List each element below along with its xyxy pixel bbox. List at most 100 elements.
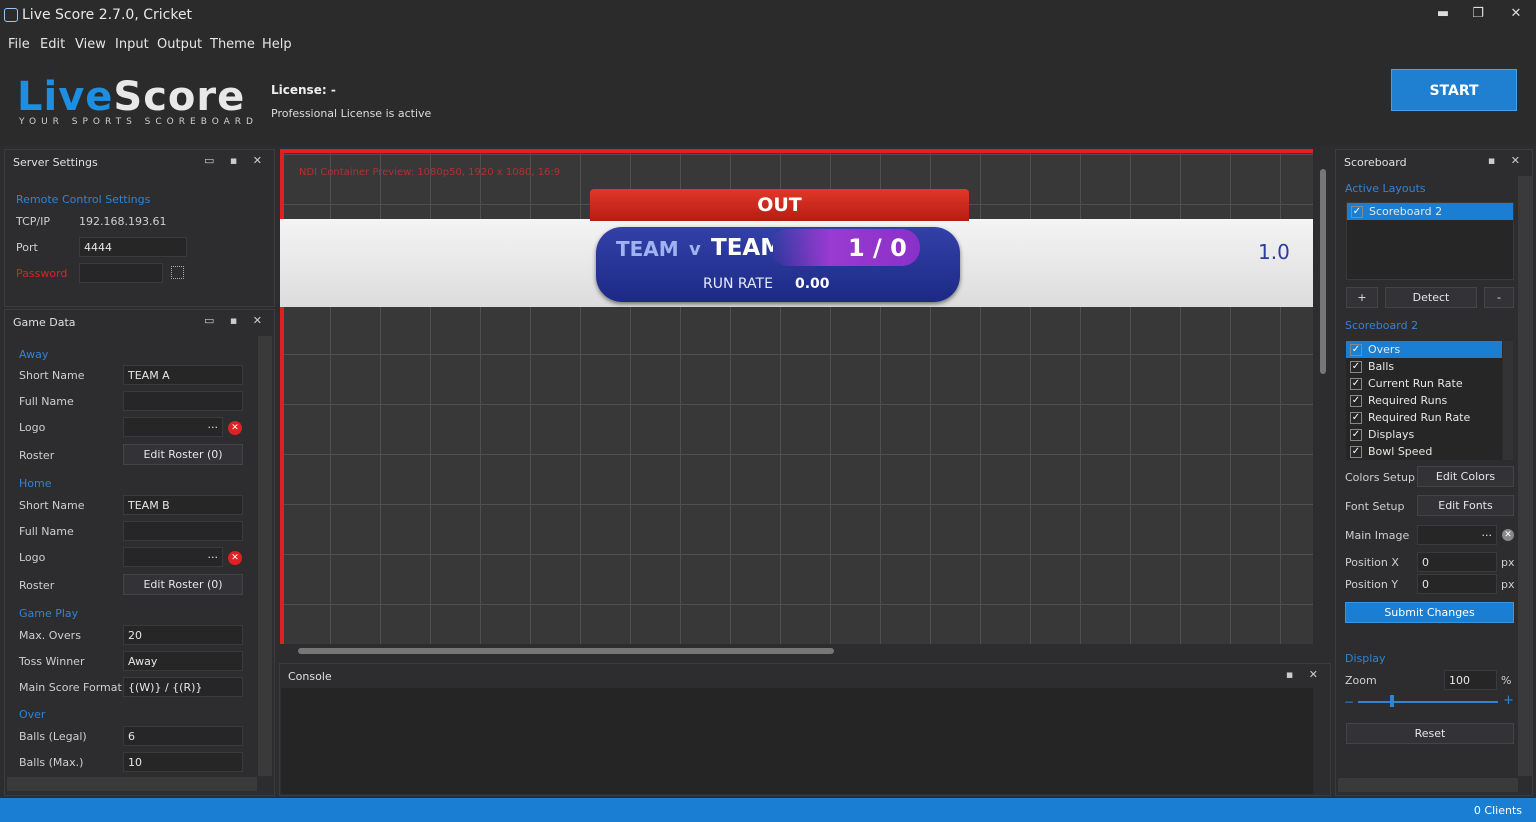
away-full-name-field[interactable] bbox=[123, 391, 243, 411]
remote-control-section: Remote Control Settings bbox=[16, 193, 151, 206]
away-short-name-field[interactable]: TEAM A bbox=[123, 365, 243, 385]
close-button[interactable]: ✕ bbox=[1504, 6, 1528, 24]
layouts-list[interactable]: ✓ Scoreboard 2 bbox=[1346, 202, 1514, 280]
home-logo-remove-icon[interactable]: ✕ bbox=[228, 551, 242, 565]
toss-winner-select[interactable]: Away bbox=[123, 651, 243, 671]
panel-vertical-scrollbar[interactable] bbox=[1518, 176, 1532, 776]
livescore-logo: LiveScore bbox=[17, 74, 246, 120]
display-item[interactable]: ✓ Displays bbox=[1346, 426, 1502, 443]
home-short-name-field[interactable]: TEAM B bbox=[123, 495, 243, 515]
menu-theme[interactable]: Theme bbox=[210, 37, 255, 52]
display-items-list[interactable]: ✓ Overs ✓ Balls ✓ Current Run Rate ✓ Required R… bbox=[1346, 341, 1502, 460]
canvas-vertical-scrollbar[interactable] bbox=[1316, 149, 1330, 644]
add-layout-button[interactable]: + bbox=[1346, 287, 1378, 308]
scoreboard-preview-canvas[interactable]: NDI Container Preview: 1080p50, 1920 x 1… bbox=[280, 149, 1313, 644]
display-item[interactable]: ✓ Balls bbox=[1346, 358, 1502, 375]
checkbox-icon[interactable]: ✓ bbox=[1350, 361, 1362, 373]
edit-colors-button[interactable]: Edit Colors bbox=[1417, 466, 1514, 487]
remove-layout-button[interactable]: - bbox=[1484, 287, 1514, 308]
max-overs-field[interactable]: 20 bbox=[123, 625, 243, 645]
checkbox-icon[interactable]: ✓ bbox=[1351, 206, 1363, 218]
canvas-hscroll-thumb[interactable] bbox=[298, 648, 834, 654]
horizontal-scrollbar[interactable] bbox=[7, 777, 257, 791]
display-item[interactable]: ✓ Required Runs bbox=[1346, 392, 1502, 409]
canvas-horizontal-scrollbar[interactable] bbox=[280, 644, 1316, 658]
main-image-remove-icon[interactable]: ✕ bbox=[1502, 529, 1514, 541]
away-logo-browse[interactable]: ··· bbox=[123, 417, 223, 437]
position-x-field[interactable]: 0 bbox=[1417, 552, 1497, 572]
away-edit-roster-button[interactable]: Edit Roster (0) bbox=[123, 444, 243, 465]
run-rate-label: RUN RATE bbox=[703, 276, 773, 292]
reset-button[interactable]: Reset bbox=[1346, 723, 1514, 744]
checkbox-icon[interactable]: ✓ bbox=[1350, 395, 1362, 407]
zoom-field[interactable]: 100 bbox=[1444, 670, 1497, 690]
menu-help[interactable]: Help bbox=[262, 37, 292, 52]
submit-changes-button[interactable]: Submit Changes bbox=[1345, 602, 1514, 623]
title-bar: Live Score 2.7.0, Cricket ▬ ❐ ✕ bbox=[0, 0, 1536, 30]
vertical-scrollbar[interactable] bbox=[258, 336, 272, 776]
score-value: 1 / 0 bbox=[848, 234, 907, 262]
password-field[interactable] bbox=[79, 263, 163, 283]
font-setup-label: Font Setup bbox=[1345, 500, 1405, 513]
edit-fonts-button[interactable]: Edit Fonts bbox=[1417, 495, 1514, 516]
main-score-format-label: Main Score Format bbox=[19, 681, 122, 694]
main-score-format-field[interactable]: {(W)} / {(R)} bbox=[123, 677, 243, 697]
home-full-name-field[interactable] bbox=[123, 521, 243, 541]
panel-controls-icon[interactable]: ▪ ✕ bbox=[1488, 154, 1526, 167]
menu-view[interactable]: View bbox=[75, 37, 106, 52]
away-full-name-label: Full Name bbox=[19, 395, 74, 408]
main-image-browse[interactable]: ··· bbox=[1417, 525, 1497, 545]
start-button[interactable]: START bbox=[1391, 69, 1517, 111]
out-banner: OUT bbox=[590, 189, 969, 221]
display-item-label: Displays bbox=[1368, 428, 1415, 441]
layout-item[interactable]: ✓ Scoreboard 2 bbox=[1347, 203, 1513, 220]
menu-edit[interactable]: Edit bbox=[40, 37, 65, 52]
display-item[interactable]: ✓ Overs bbox=[1346, 341, 1502, 358]
checkbox-icon[interactable]: ✓ bbox=[1350, 412, 1362, 424]
zoom-out-icon[interactable]: − bbox=[1344, 695, 1354, 709]
items-scrollbar[interactable] bbox=[1503, 341, 1513, 460]
home-edit-roster-button[interactable]: Edit Roster (0) bbox=[123, 574, 243, 595]
home-full-name-label: Full Name bbox=[19, 525, 74, 538]
panel-horizontal-scrollbar[interactable] bbox=[1338, 778, 1518, 792]
balls-legal-label: Balls (Legal) bbox=[19, 730, 87, 743]
panel-controls-icon[interactable]: ▪ ✕ bbox=[1286, 668, 1324, 681]
header: LiveScore YOUR SPORTS SCOREBOARD License… bbox=[0, 58, 1536, 146]
zoom-slider[interactable] bbox=[1358, 701, 1498, 703]
display-item[interactable]: ✓ Bowl Speed bbox=[1346, 443, 1502, 460]
console-title: Console bbox=[288, 670, 332, 683]
away-logo-remove-icon[interactable]: ✕ bbox=[228, 421, 242, 435]
detect-button[interactable]: Detect bbox=[1385, 287, 1477, 308]
port-field[interactable]: 4444 bbox=[79, 237, 187, 257]
panel-header: Server Settings ▭ ▪ ✕ bbox=[5, 150, 274, 174]
home-short-name-label: Short Name bbox=[19, 499, 85, 512]
balls-max-field[interactable]: 10 bbox=[123, 752, 243, 772]
canvas-vscroll-thumb[interactable] bbox=[1320, 169, 1326, 374]
minimize-button[interactable]: ▬ bbox=[1431, 6, 1455, 24]
qr-code-icon[interactable] bbox=[171, 266, 184, 279]
away-section: Away bbox=[19, 348, 49, 361]
panel-controls-icon[interactable]: ▭ ▪ ✕ bbox=[204, 314, 268, 327]
maximize-button[interactable]: ❐ bbox=[1466, 6, 1490, 24]
checkbox-icon[interactable]: ✓ bbox=[1350, 344, 1362, 356]
home-logo-browse[interactable]: ··· bbox=[123, 547, 223, 567]
checkbox-icon[interactable]: ✓ bbox=[1350, 429, 1362, 441]
game-data-panel: Game Data ▭ ▪ ✕ Away Short Name TEAM A Fu… bbox=[4, 309, 275, 796]
panel-controls-icon[interactable]: ▭ ▪ ✕ bbox=[204, 154, 268, 167]
zoom-slider-thumb[interactable] bbox=[1390, 695, 1394, 707]
checkbox-icon[interactable]: ✓ bbox=[1350, 446, 1362, 458]
balls-legal-field[interactable]: 6 bbox=[123, 726, 243, 746]
position-y-field[interactable]: 0 bbox=[1417, 574, 1497, 594]
menu-input[interactable]: Input bbox=[115, 37, 149, 52]
colors-setup-label: Colors Setup bbox=[1345, 471, 1415, 484]
window-title: Live Score 2.7.0, Cricket bbox=[22, 7, 193, 23]
menu-output[interactable]: Output bbox=[157, 37, 202, 52]
display-item[interactable]: ✓ Current Run Rate bbox=[1346, 375, 1502, 392]
display-item-label: Overs bbox=[1368, 343, 1401, 356]
menu-file[interactable]: File bbox=[8, 37, 30, 52]
zoom-in-icon[interactable]: + bbox=[1503, 693, 1514, 708]
checkbox-icon[interactable]: ✓ bbox=[1350, 378, 1362, 390]
display-item[interactable]: ✓ Required Run Rate bbox=[1346, 409, 1502, 426]
percent-unit: % bbox=[1501, 674, 1512, 687]
console-output[interactable] bbox=[281, 688, 1313, 794]
